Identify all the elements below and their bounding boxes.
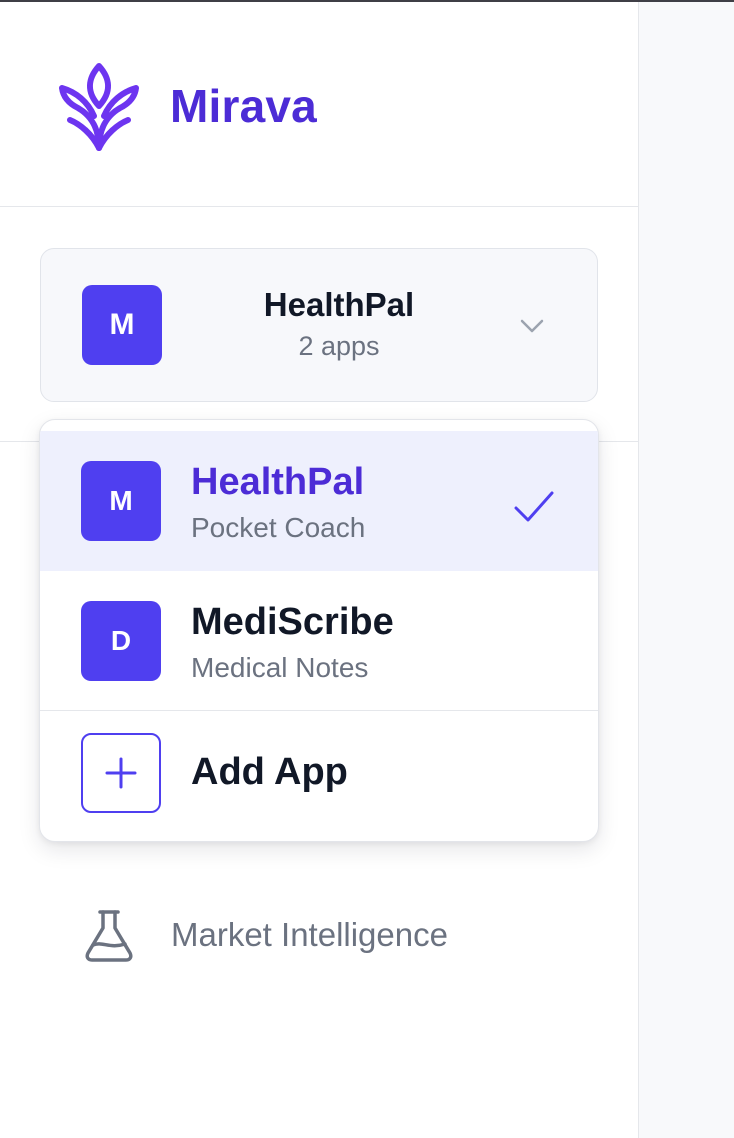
current-app-name: HealthPal xyxy=(263,286,415,323)
plus-icon xyxy=(81,733,161,813)
nav-item-market-intelligence[interactable]: Market Intelligence xyxy=(80,902,560,968)
brand-name: Mirava xyxy=(170,80,317,132)
app-dropdown-menu: M HealthPal Pocket Coach D MediScribe Me… xyxy=(39,419,599,842)
app-count: 2 apps xyxy=(298,331,380,361)
dropdown-item-mediscribe[interactable]: D MediScribe Medical Notes xyxy=(40,571,598,711)
dropdown-item-title: MediScribe xyxy=(191,601,394,643)
dropdown-item-subtitle: Pocket Coach xyxy=(191,512,366,543)
app-selector-text: HealthPal 2 apps xyxy=(191,285,487,363)
add-app-button[interactable]: Add App xyxy=(40,712,598,832)
header-divider xyxy=(0,206,639,207)
add-app-label: Add App xyxy=(191,751,348,793)
app-avatar: M xyxy=(81,461,161,541)
dropdown-item-title: HealthPal xyxy=(191,461,365,503)
app-avatar: M xyxy=(82,285,162,365)
chevron-down-icon xyxy=(520,319,544,333)
flask-icon xyxy=(85,910,133,962)
main-content-area xyxy=(639,2,734,1138)
app-avatar: D xyxy=(81,601,161,681)
check-icon xyxy=(514,491,554,522)
nav-item-label: Market Intelligence xyxy=(171,916,448,953)
dropdown-item-healthpal[interactable]: M HealthPal Pocket Coach xyxy=(40,431,598,571)
brand[interactable]: Mirava xyxy=(58,56,317,156)
app-selector[interactable]: M HealthPal 2 apps xyxy=(40,248,598,402)
lotus-logo-icon xyxy=(58,56,140,156)
dropdown-item-subtitle: Medical Notes xyxy=(191,652,369,683)
